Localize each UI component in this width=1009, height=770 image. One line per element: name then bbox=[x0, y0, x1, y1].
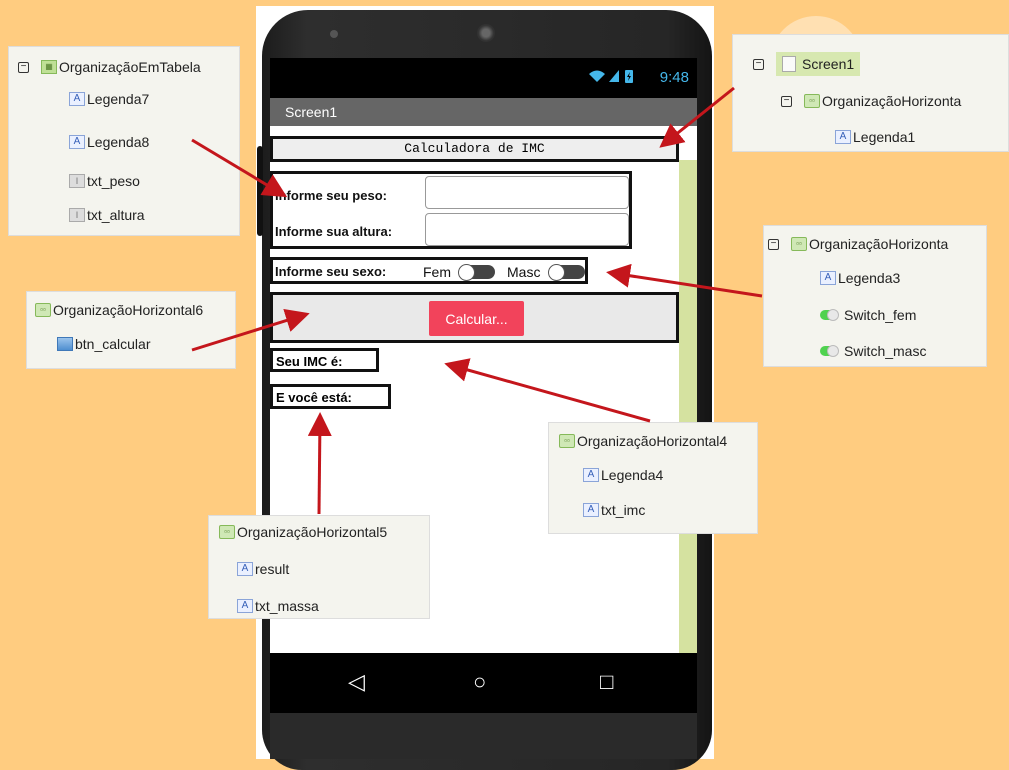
arrow-h6 bbox=[191, 308, 310, 352]
arrow-screen bbox=[659, 86, 735, 148]
arrow-tabela bbox=[191, 138, 288, 198]
arrow-sexo bbox=[606, 263, 763, 298]
arrow-h5 bbox=[307, 412, 332, 515]
arrow-h4 bbox=[444, 358, 651, 423]
annotation-arrows bbox=[191, 86, 763, 515]
